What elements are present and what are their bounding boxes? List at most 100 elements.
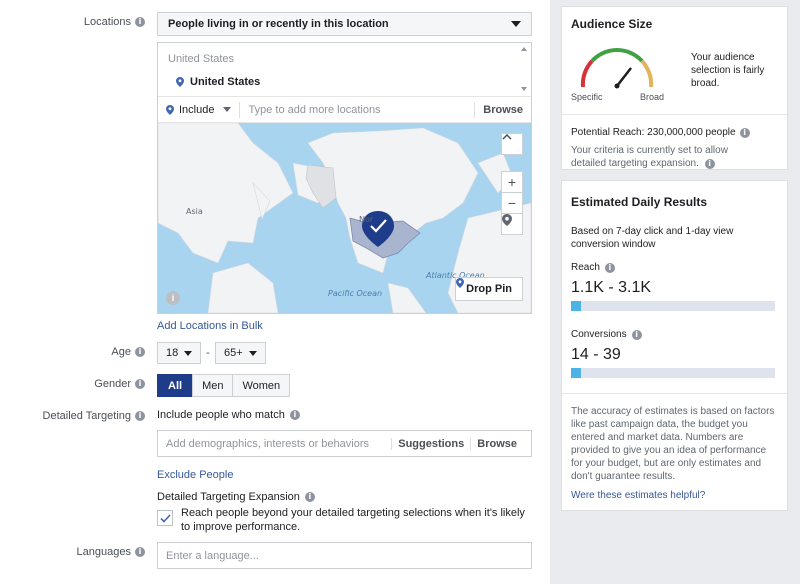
expansion-checkbox[interactable] [157, 510, 173, 526]
criteria-note: Your criteria is currently set to allow … [571, 144, 751, 170]
estimated-results-title: Estimated Daily Results [571, 195, 708, 209]
conversions-bar [571, 368, 775, 378]
language-input[interactable] [166, 549, 406, 562]
age-label-text: Age [111, 346, 131, 358]
estimated-results-card: Estimated Daily Results Based on 7-day c… [561, 180, 788, 511]
gender-label-text: Gender [94, 378, 131, 390]
conversions-value: 14 - 39 [571, 346, 621, 363]
locations-label-text: Locations [83, 16, 131, 28]
scroll-up-arrow-icon[interactable] [521, 47, 527, 51]
caret-down-icon [511, 21, 521, 27]
location-list: United States United States [158, 43, 531, 97]
audience-size-title: Audience Size [571, 17, 653, 31]
gender-men-button[interactable]: Men [192, 374, 234, 397]
languages-label: Languages i [77, 546, 145, 558]
detailed-targeting-label: Detailed Targeting i [43, 410, 145, 422]
reach-value: 1.1K - 3.1K [571, 279, 652, 296]
info-icon[interactable]: i [135, 411, 145, 421]
detailed-targeting-label-text: Detailed Targeting [42, 410, 131, 422]
map-pin-icon [456, 278, 465, 288]
gender-all-button[interactable]: All [157, 374, 194, 397]
conversions-bar-fill [571, 368, 582, 378]
location-browse-button[interactable]: Browse [474, 101, 523, 118]
info-icon[interactable]: i [604, 262, 615, 273]
expansion-title: Detailed Targeting Expansion i [157, 491, 315, 503]
location-map[interactable]: Asia Nor Pacific Ocean Atlantic Ocean + … [158, 123, 531, 313]
right-panel: Audience Size Specific Broad Your audien… [550, 0, 800, 584]
info-icon[interactable]: i [135, 347, 145, 357]
location-box: United States United States Include Brow… [157, 42, 532, 314]
reach-bar [571, 301, 775, 311]
plus-icon: + [507, 174, 517, 190]
caret-down-icon [184, 350, 193, 356]
location-item[interactable]: United States [176, 76, 260, 88]
info-icon[interactable]: i [135, 379, 145, 389]
location-group-header: United States [168, 53, 235, 65]
include-dropdown-label: Include [179, 103, 215, 116]
languages-label-text: Languages [76, 546, 131, 558]
gauge-specific-label: Specific [571, 92, 603, 102]
minus-icon: − [507, 195, 517, 211]
detailed-targeting-input[interactable] [166, 437, 392, 450]
languages-box [157, 542, 532, 569]
location-mode-select[interactable]: People living in or recently in this loc… [157, 12, 532, 36]
suggestions-button[interactable]: Suggestions [391, 437, 470, 450]
info-icon[interactable]: i [135, 547, 145, 557]
reach-bar-fill [571, 301, 582, 311]
location-item-label: United States [190, 76, 261, 88]
map-pin-icon [166, 104, 174, 115]
divider [562, 114, 787, 115]
targeting-browse-button[interactable]: Browse [470, 437, 523, 450]
age-max-value: 65+ [224, 347, 243, 359]
potential-reach: Potential Reach: 230,000,000 people i [571, 127, 750, 138]
expansion-description: Reach people beyond your detailed target… [181, 507, 525, 533]
age-max-select[interactable]: 65+ [215, 342, 266, 364]
conversions-label-text: Conversions [571, 329, 627, 340]
conversion-window-note: Based on 7-day click and 1-day view conv… [571, 226, 734, 250]
estimates-helpful-link[interactable]: Were these estimates helpful? [571, 490, 705, 501]
info-icon[interactable]: i [289, 410, 300, 420]
gender-segmented-control: All Men Women [157, 374, 291, 397]
detailed-targeting-actions: Suggestions Browse [391, 436, 523, 452]
audience-description: Your audience selection is fairly broad. [691, 52, 765, 89]
exclude-people-link[interactable]: Exclude People [157, 469, 233, 481]
map-label-north-america: Nor [359, 215, 374, 224]
targeting-form: Locations i People living in or recently… [0, 0, 550, 584]
location-mode-value: People living in or recently in this loc… [168, 18, 389, 30]
info-icon[interactable]: i [739, 127, 750, 138]
estimates-disclaimer: The accuracy of estimates is based on fa… [571, 406, 775, 482]
gauge-broad-label: Broad [640, 92, 665, 102]
map-info-icon[interactable]: i [166, 291, 180, 305]
detailed-targeting-box: Suggestions Browse [157, 430, 532, 457]
expansion-title-text: Detailed Targeting Expansion [157, 491, 300, 503]
info-icon[interactable]: i [135, 17, 145, 27]
my-location-button[interactable] [501, 213, 523, 235]
map-label-asia: Asia [186, 207, 203, 216]
map-pin-icon [176, 77, 184, 87]
location-icon [502, 214, 512, 226]
gender-women-button[interactable]: Women [232, 374, 291, 397]
info-icon[interactable]: i [304, 492, 315, 502]
map-collapse-button[interactable] [501, 133, 523, 155]
location-add-row: Include Browse [158, 97, 531, 123]
include-dropdown[interactable]: Include [166, 101, 241, 118]
caret-down-icon [223, 107, 232, 112]
info-icon[interactable]: i [704, 159, 715, 169]
reach-label: Reach i [571, 262, 615, 273]
info-icon[interactable]: i [631, 329, 642, 340]
zoom-out-button[interactable]: − [501, 192, 523, 214]
age-min-select[interactable]: 18 [157, 342, 202, 364]
add-locations-bulk-link[interactable]: Add Locations in Bulk [157, 320, 263, 332]
scroll-down-arrow-icon[interactable] [521, 87, 527, 91]
age-label: Age i [111, 346, 145, 358]
location-search-input[interactable] [248, 103, 474, 116]
zoom-in-button[interactable]: + [501, 171, 523, 193]
reach-label-text: Reach [571, 262, 600, 273]
chevron-up-icon [502, 134, 512, 140]
include-match-label: Include people who match i [157, 409, 300, 421]
drop-pin-button[interactable]: Drop Pin [455, 277, 523, 301]
map-label-pacific: Pacific Ocean [328, 289, 383, 298]
checkmark-icon [159, 513, 171, 523]
age-separator: - [206, 347, 210, 359]
include-match-text: Include people who match [157, 409, 285, 421]
